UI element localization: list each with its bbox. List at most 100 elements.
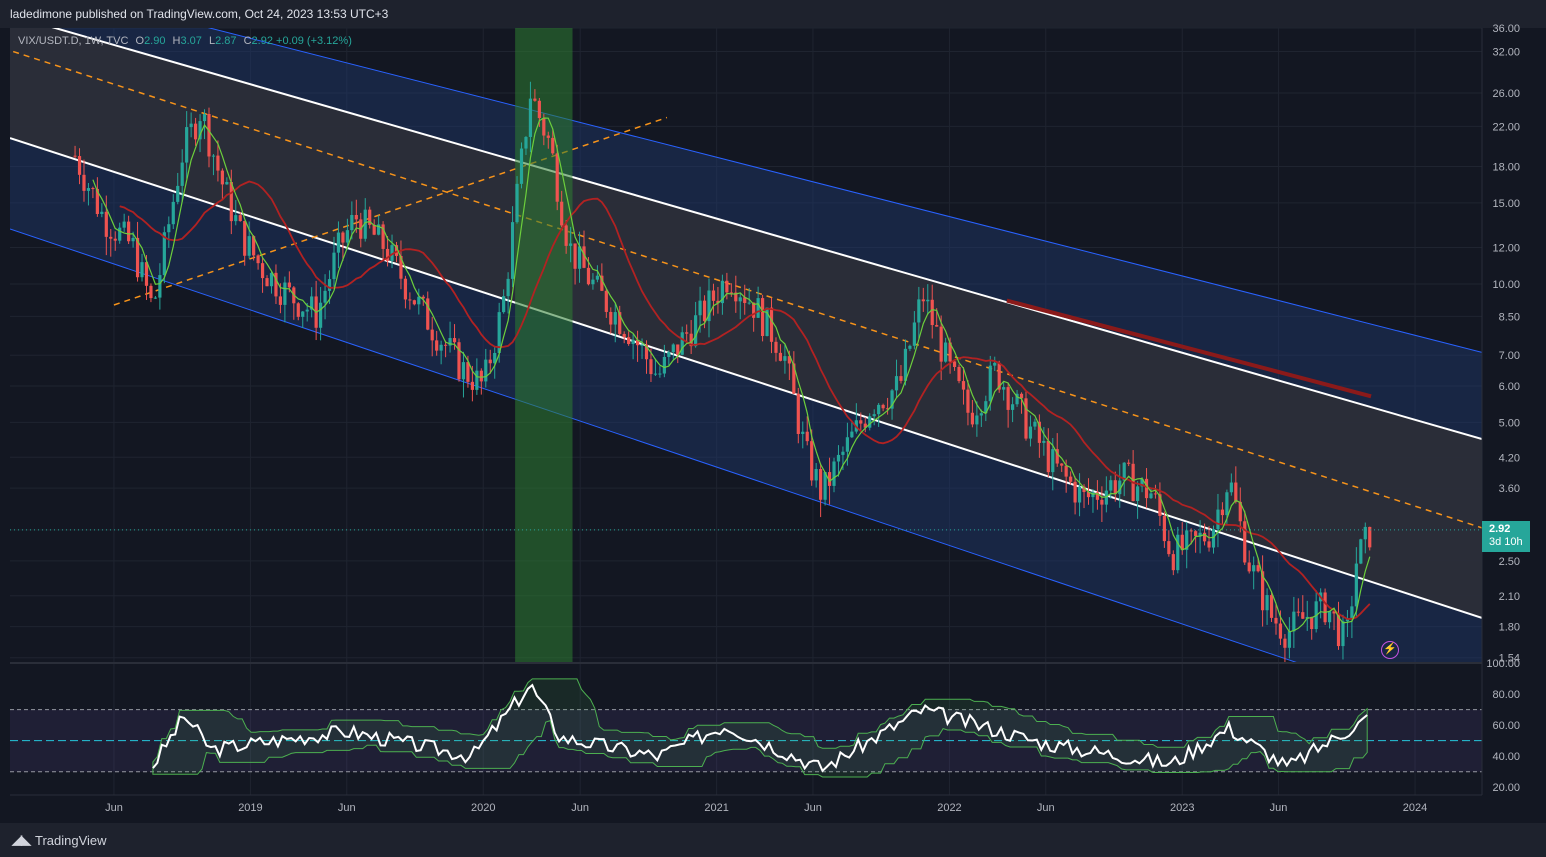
candle-body <box>519 148 524 184</box>
candle-body <box>283 282 287 305</box>
candle-body <box>323 290 327 303</box>
candle-body <box>872 414 876 417</box>
time-tick-label: Jun <box>1270 802 1288 814</box>
candle-body <box>488 359 492 364</box>
candle-body <box>524 136 528 149</box>
candle-body <box>1301 612 1305 619</box>
legend-open-label: O <box>135 35 145 47</box>
candle-body <box>778 352 783 361</box>
candle-body <box>551 137 555 154</box>
candle-body <box>694 315 698 347</box>
candle-body <box>1051 449 1055 473</box>
candle-body <box>769 307 774 342</box>
candle-body <box>573 243 577 269</box>
candle-body <box>1310 616 1314 630</box>
candle-body <box>845 437 850 452</box>
candle-body <box>426 298 430 330</box>
chart-canvas[interactable]: 36.00 32.00 26.00 22.00 18.00 15.00 12.00 10.00… <box>0 0 1546 857</box>
candle-body <box>225 182 229 185</box>
price-tick-label: 6.00 <box>1499 381 1520 393</box>
tradingview-logo-icon: ◢◣ <box>12 832 31 847</box>
candle-body <box>622 333 626 338</box>
candle-body <box>185 127 189 163</box>
candle-body <box>287 282 291 288</box>
time-tick-label: 2020 <box>471 802 495 814</box>
rsi-pane <box>10 662 1482 778</box>
candle-body <box>702 300 707 322</box>
candle-body <box>1060 463 1064 466</box>
rsi-tick-label: 20.00 <box>1492 782 1520 794</box>
candle-body <box>569 243 573 246</box>
candle-body <box>939 326 943 362</box>
candle-body <box>180 162 184 186</box>
candle-body <box>171 201 175 225</box>
candle-body <box>403 278 408 300</box>
candle-body <box>613 312 617 325</box>
candle-body <box>1269 595 1274 618</box>
candle-body <box>256 255 260 264</box>
candle-body <box>118 227 122 241</box>
candle-body <box>970 412 975 425</box>
candle-body <box>73 155 77 157</box>
price-tick-label: 8.50 <box>1499 311 1520 323</box>
legend-close-label: C <box>243 35 252 47</box>
symbol-legend: VIX/USDT.D, 1W, TVC O2.90 H3.07 L2.87 C2… <box>18 35 352 47</box>
legend-open: 2.90 <box>144 35 166 47</box>
lightning-icon[interactable]: ⚡ <box>1381 641 1399 659</box>
candle-body <box>1252 565 1256 572</box>
candle-body <box>836 454 841 462</box>
price-tick-label: 18.00 <box>1492 161 1520 173</box>
candle-body <box>944 342 948 362</box>
price-tick-label: 1.80 <box>1499 622 1520 634</box>
candle-body <box>1109 480 1113 491</box>
candle-body <box>354 215 358 220</box>
candle-body <box>859 420 863 424</box>
candle-body <box>868 416 872 428</box>
candle-body <box>756 298 760 318</box>
time-tick-label: Jun <box>338 802 356 814</box>
candle-body <box>1216 509 1220 530</box>
candle-body <box>1042 440 1046 443</box>
candle-body <box>832 461 836 486</box>
tradingview-brand: ◢◣ TradingView <box>12 832 107 848</box>
candle-body <box>698 300 702 316</box>
candle-body <box>229 182 233 222</box>
candle-body <box>921 299 925 302</box>
price-tick-label: 2.50 <box>1499 556 1520 568</box>
candle-body <box>555 153 559 202</box>
candle-body <box>336 232 341 253</box>
candle-body <box>122 221 126 228</box>
candle-body <box>1265 595 1269 611</box>
candle-body <box>810 441 814 481</box>
candle-body <box>667 352 671 357</box>
time-tick-label: 2021 <box>704 802 728 814</box>
candle-body <box>1100 499 1104 505</box>
candle-body <box>1247 562 1251 572</box>
candle-body <box>417 296 421 305</box>
candle-body <box>100 211 104 214</box>
candle-body <box>484 359 488 382</box>
rsi-tick-label: 80.00 <box>1492 689 1520 701</box>
candle-body <box>345 230 349 243</box>
main-price-pane <box>10 27 1482 795</box>
candle-body <box>86 188 91 191</box>
candle-body <box>470 381 474 390</box>
candle-body <box>595 275 599 280</box>
candle-body <box>850 431 854 438</box>
candle-body <box>109 236 113 239</box>
time-tick-label: 2023 <box>1170 802 1194 814</box>
price-tick-label: 36.00 <box>1492 23 1520 35</box>
candle-body <box>1225 492 1229 516</box>
bottom-bar <box>0 823 1546 857</box>
candle-body <box>760 298 765 337</box>
price-tick-label: 26.00 <box>1492 88 1520 100</box>
time-tick-label: 2022 <box>937 802 961 814</box>
candle-body <box>1194 531 1198 537</box>
candle-body <box>814 469 818 481</box>
candle-body <box>444 344 448 346</box>
candle-body <box>1144 478 1149 499</box>
candle-body <box>189 123 193 128</box>
candle-body <box>979 413 983 416</box>
candle-body <box>640 344 644 346</box>
candle-body <box>193 123 198 140</box>
